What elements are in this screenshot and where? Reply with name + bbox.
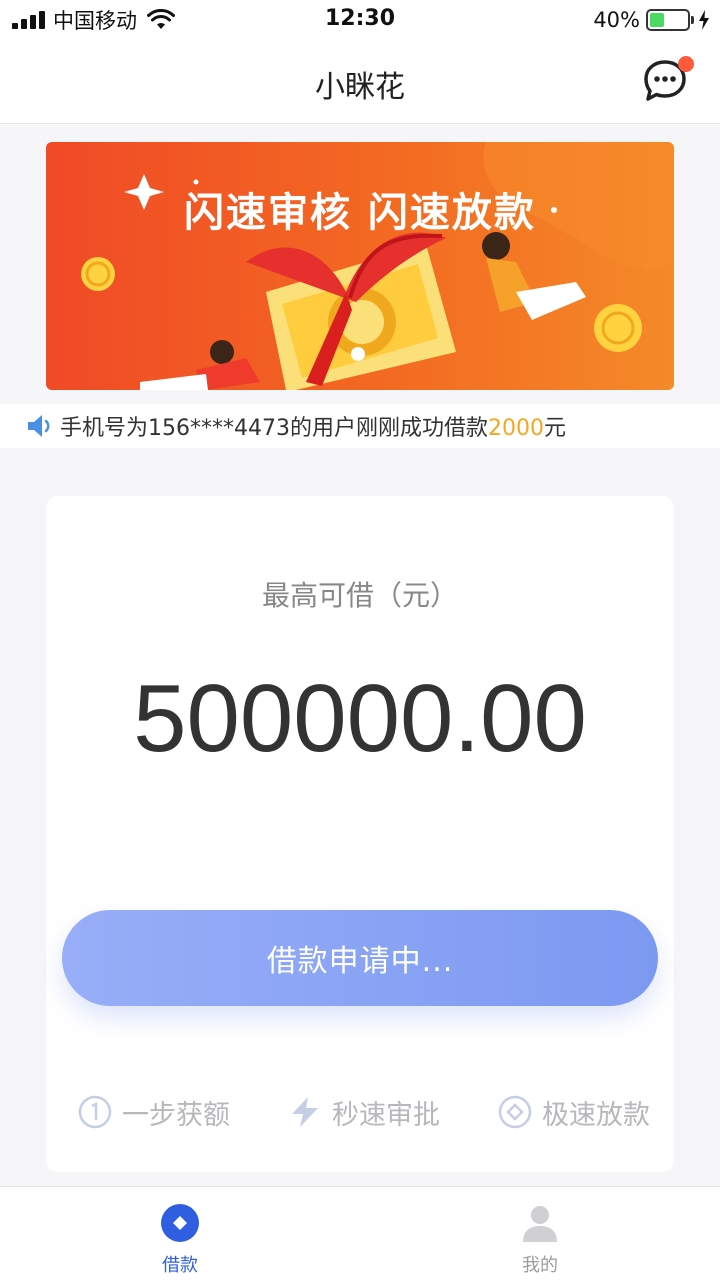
status-right: 40% [593, 6, 710, 34]
promo-banner[interactable]: 闪速审核 闪速放款 [46, 142, 674, 390]
status-bar: 中国移动 12:30 40% [0, 0, 720, 40]
tab-label: 我的 [522, 1255, 558, 1276]
user-icon [523, 1206, 557, 1242]
ticker-suffix: 元 [543, 416, 566, 441]
page-title: 小眯花 [315, 70, 405, 105]
notification-badge [678, 56, 694, 72]
max-loan-amount: 500000.00 [133, 665, 587, 772]
feature-label: 极速放款 [542, 1099, 650, 1131]
tab-bar: 借款 我的 [0, 1186, 720, 1280]
ticker-text: 手机号为156****4473的用户刚刚成功借款2000元 [60, 410, 566, 442]
nav-bar: 小眯花 [0, 40, 720, 124]
ticker-prefix: 手机号为156****4473的用户刚刚成功借款 [60, 416, 488, 441]
feature-fast-approval: 秒速审批 [288, 1092, 440, 1132]
app-screen: 中国移动 12:30 40% 小眯花 闪速审核 闪速放款 手机号为156****… [0, 0, 720, 1280]
feature-list: 一步获额 秒速审批 极速放款 [46, 1092, 674, 1132]
ticker-amount: 2000 [487, 416, 544, 441]
loan-card: 最高可借（元） 500000.00 借款申请中... 一步获额 秒速审批 极速放… [46, 496, 674, 1172]
diamond-icon [498, 1095, 532, 1129]
feature-label: 一步获额 [122, 1099, 230, 1131]
charging-icon [699, 10, 709, 30]
tab-loan[interactable]: 借款 [120, 1203, 240, 1277]
battery-icon [646, 9, 694, 31]
banner-slogan: 闪速审核 闪速放款 [184, 190, 536, 236]
speaker-icon [28, 415, 50, 437]
apply-loan-button[interactable]: 借款申请中... [62, 910, 658, 1006]
tab-label: 借款 [162, 1255, 198, 1276]
feature-one-step: 一步获额 [78, 1092, 230, 1132]
max-loan-label: 最高可借（元） [261, 579, 458, 612]
battery-percent: 40% [593, 8, 640, 32]
battery-fill [650, 13, 665, 27]
feature-label: 秒速审批 [332, 1099, 440, 1131]
message-button[interactable] [642, 56, 694, 104]
tab-mine[interactable]: 我的 [480, 1203, 600, 1277]
feature-fast-payout: 极速放款 [498, 1092, 650, 1132]
number-one-icon [78, 1095, 112, 1129]
lightning-icon [292, 1097, 318, 1127]
loan-icon [161, 1204, 199, 1242]
notice-ticker: 手机号为156****4473的用户刚刚成功借款2000元 [0, 404, 720, 448]
